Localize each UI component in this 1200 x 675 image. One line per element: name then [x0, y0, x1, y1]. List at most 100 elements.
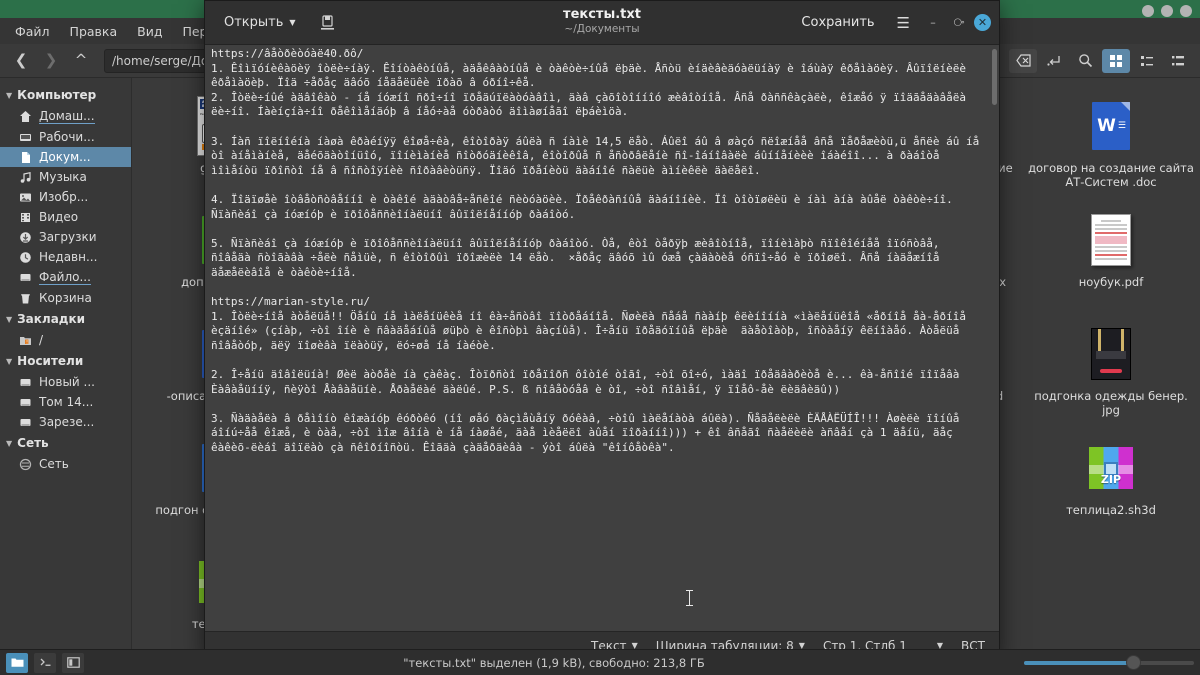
- pdf-icon: [1085, 208, 1137, 272]
- window-icon[interactable]: [62, 652, 84, 673]
- sidebar-item-label: Домаш...: [39, 109, 95, 124]
- menu-view[interactable]: Вид: [128, 21, 171, 42]
- document-title: тексты.txt: [563, 7, 641, 23]
- save-session-icon[interactable]: [313, 9, 343, 37]
- zoom-slider[interactable]: [1024, 653, 1194, 673]
- sidebar-item-filesystem[interactable]: Файло...: [0, 267, 131, 288]
- sidebar-group-label: Компьютер: [17, 88, 97, 102]
- file-name: ноубук.pdf: [1078, 275, 1144, 289]
- chevron-down-icon: ▼: [289, 18, 296, 27]
- bookmark-folder-icon: !: [18, 333, 32, 347]
- folder-icon[interactable]: [6, 652, 28, 673]
- chevron-down-icon: ▼: [6, 438, 13, 448]
- file-item[interactable]: ZIP теплица2.sh3d: [1022, 432, 1200, 546]
- editor-scrollbar[interactable]: [992, 49, 997, 105]
- sidebar-item-videos[interactable]: Видео: [0, 207, 131, 227]
- sidebar-item-trash[interactable]: Корзина: [0, 288, 131, 308]
- open-button-label: Открыть: [224, 15, 284, 30]
- desktop-maximize-icon[interactable]: [1161, 5, 1173, 17]
- sidebar-item-label: Музыка: [39, 170, 87, 184]
- network-icon: [18, 457, 32, 471]
- sidebar-item-drive-new[interactable]: Новый ...: [0, 372, 131, 392]
- file-name: договор на создание сайта АТ-Систем .doc: [1028, 161, 1194, 189]
- close-icon[interactable]: ✕: [974, 14, 991, 31]
- home-icon: [18, 110, 32, 124]
- sidebar-item-drive-tom14[interactable]: Том 14...: [0, 392, 131, 412]
- music-icon: [18, 170, 32, 184]
- sidebar-item-home[interactable]: Домаш...: [0, 106, 131, 127]
- desktop-window-controls[interactable]: [1142, 5, 1192, 17]
- sidebar-item-network[interactable]: Сеть: [0, 454, 131, 474]
- toolbar-right-group: [1009, 48, 1192, 73]
- open-button[interactable]: Открыть ▼: [213, 10, 307, 35]
- sidebar-item-documents[interactable]: Докум...: [0, 147, 131, 167]
- clear-entry-icon[interactable]: [1009, 48, 1037, 73]
- text-cursor: [686, 590, 693, 606]
- sidebar-group-network[interactable]: ▼ Сеть: [0, 432, 131, 454]
- sidebar-item-label: /: [39, 333, 44, 347]
- save-button[interactable]: Сохранить: [791, 10, 884, 35]
- download-icon: [18, 230, 32, 244]
- menu-edit[interactable]: Правка: [61, 21, 127, 42]
- trash-icon: [18, 291, 32, 305]
- sidebar-group-computer[interactable]: ▼ Компьютер: [0, 84, 131, 106]
- status-text: "тексты.txt" выделен (1,9 kB), свободно:…: [403, 655, 705, 670]
- drive-icon: [18, 375, 32, 389]
- hamburger-menu-icon[interactable]: ☰: [889, 12, 918, 34]
- sidebar-item-label: Сеть: [39, 457, 69, 471]
- word-icon: W☰: [1085, 94, 1137, 158]
- sidebar-item-label: Корзина: [39, 291, 92, 305]
- menu-file[interactable]: Файл: [6, 21, 59, 42]
- sidebar-group-bookmarks[interactable]: ▼ Закладки: [0, 308, 131, 330]
- zoom-slider-knob[interactable]: [1126, 655, 1141, 670]
- file-name: теплица2.sh3d: [1066, 503, 1156, 517]
- file-item[interactable]: подгонка одежды бенер. jpg: [1022, 318, 1200, 432]
- sidebar-item-music[interactable]: Музыка: [0, 167, 131, 187]
- sidebar-item-root[interactable]: ! /: [0, 330, 131, 350]
- sidebar-item-label: Загрузки: [39, 230, 97, 244]
- photo-thumbnail: [1085, 322, 1137, 386]
- back-icon[interactable]: ❮: [8, 49, 34, 73]
- sidebar-item-label: Недавн...: [39, 250, 98, 264]
- up-icon[interactable]: ^: [68, 49, 94, 73]
- sidebar-item-label: Докум...: [39, 150, 91, 164]
- document-path: ~/Документы: [564, 23, 640, 36]
- sidebar-group-devices[interactable]: ▼ Носители: [0, 350, 131, 372]
- drive-icon: [18, 415, 32, 429]
- sidebar-group-label: Сеть: [17, 436, 49, 450]
- desktop-close-icon[interactable]: [1180, 5, 1192, 17]
- file-name: подгонка одежды бенер. jpg: [1034, 389, 1188, 417]
- zoom-slider-fill: [1024, 660, 1133, 665]
- sidebar-item-drive-reserved[interactable]: Зарезе...: [0, 412, 131, 432]
- sidebar-item-label: Новый ...: [39, 375, 95, 389]
- file-item[interactable]: W ☰ договор на создание сайта АТ-Систем .…: [1022, 90, 1200, 204]
- compact-view-icon[interactable]: [1164, 49, 1192, 73]
- sidebar-item-label: Зарезе...: [39, 415, 95, 429]
- desktop-minimize-icon[interactable]: [1142, 5, 1154, 17]
- sidebar-item-recent[interactable]: Недавн...: [0, 247, 131, 267]
- grid-view-icon[interactable]: [1102, 48, 1130, 73]
- chevron-down-icon: ▼: [6, 90, 13, 100]
- file-item[interactable]: ноубук.pdf: [1022, 204, 1200, 318]
- editor-document-area[interactable]: https://âåòðèòóàë40.ðô/ 1. Êîìïóíèêàöèÿ …: [205, 45, 999, 631]
- sidebar-item-label: Файло...: [39, 270, 91, 285]
- sidebar-item-pictures[interactable]: Изобр...: [0, 187, 131, 207]
- sidebar-item-label: Изобр...: [39, 190, 89, 204]
- document-text[interactable]: https://âåòðèòóàë40.ðô/ 1. Êîìïóíèêàöèÿ …: [211, 47, 999, 456]
- sidebar-item-downloads[interactable]: Загрузки: [0, 227, 131, 247]
- sidebar: ▼ Компьютер Домаш... Рабочи... Докум...: [0, 78, 132, 675]
- sidebar-item-desktop[interactable]: Рабочи...: [0, 127, 131, 147]
- clock-icon: [18, 250, 32, 264]
- desktop-icon: [18, 130, 32, 144]
- enter-path-icon[interactable]: [1040, 49, 1068, 73]
- text-editor-window: Открыть ▼ тексты.txt ~/Документы Сохрани…: [204, 0, 1000, 660]
- video-icon: [18, 210, 32, 224]
- taskbar: "тексты.txt" выделен (1,9 kB), свободно:…: [0, 649, 1200, 675]
- chevron-down-icon: ▼: [6, 314, 13, 324]
- forward-icon[interactable]: ❯: [38, 49, 64, 73]
- list-view-icon[interactable]: [1133, 49, 1161, 73]
- terminal-icon[interactable]: [34, 652, 56, 673]
- minimize-icon[interactable]: –: [922, 12, 944, 34]
- search-icon[interactable]: [1071, 49, 1099, 73]
- restore-icon[interactable]: ⧂: [948, 12, 970, 34]
